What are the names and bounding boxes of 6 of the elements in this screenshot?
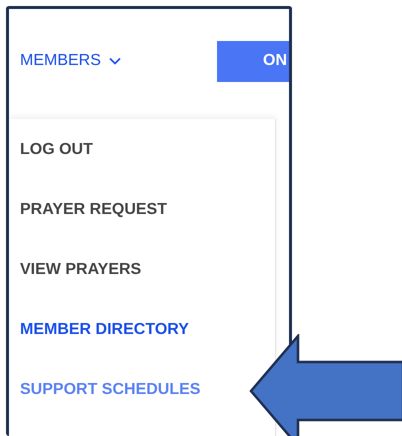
menu-item[interactable]: LOG OUT xyxy=(20,139,275,161)
menu-item[interactable]: MEMBER DIRECTORY xyxy=(20,319,275,341)
menu-item[interactable]: PRAYER REQUEST xyxy=(20,199,275,221)
menu-item[interactable]: VIEW PRAYERS xyxy=(20,259,275,281)
action-button[interactable]: ON xyxy=(217,40,289,82)
members-menu[interactable]: MEMBERS xyxy=(20,49,121,73)
